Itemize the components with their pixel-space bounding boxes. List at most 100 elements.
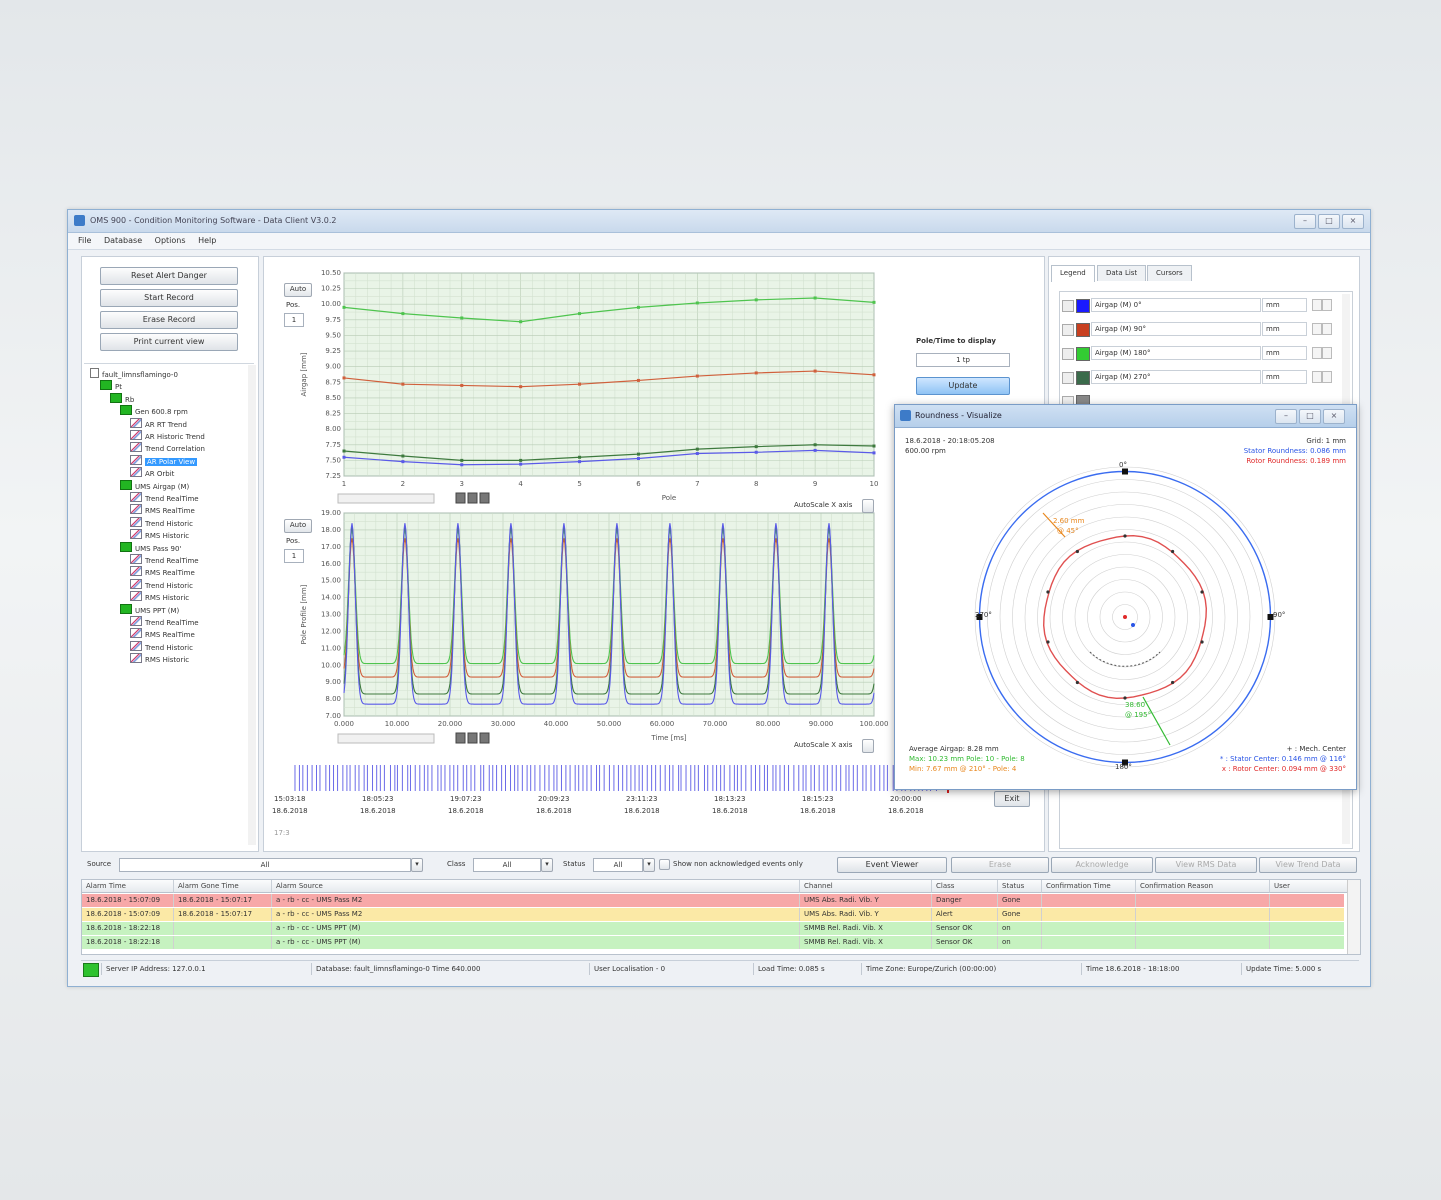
- column-header[interactable]: Alarm Gone Time: [174, 880, 272, 893]
- table-scrollbar[interactable]: [1347, 880, 1360, 954]
- menu-options[interactable]: Options: [155, 236, 186, 245]
- legend-down-icon[interactable]: [1322, 347, 1332, 359]
- airgap-tool-icon[interactable]: [479, 492, 490, 504]
- column-header[interactable]: User: [1270, 880, 1350, 893]
- profile-scrollbar[interactable]: [337, 733, 435, 744]
- legend-up-icon[interactable]: [1312, 347, 1322, 359]
- pos-spinner-2[interactable]: 1: [284, 549, 304, 563]
- tree-item[interactable]: Trend Historic: [130, 640, 193, 652]
- auto-button-1[interactable]: Auto: [284, 283, 312, 297]
- pin-icon[interactable]: [1062, 348, 1074, 360]
- menu-database[interactable]: Database: [104, 236, 142, 245]
- tree-item[interactable]: Gen 600.8 rpm: [120, 405, 188, 416]
- column-header[interactable]: Status: [998, 880, 1042, 893]
- tree-item[interactable]: AR Polar View: [130, 454, 198, 466]
- erase-record-button[interactable]: Erase Record: [100, 311, 238, 329]
- column-header[interactable]: Alarm Source: [272, 880, 800, 893]
- legend-row[interactable]: Airgap (M) 270° mm: [1060, 368, 1352, 386]
- legend-series-name[interactable]: Airgap (M) 90°: [1091, 322, 1261, 336]
- tree-item[interactable]: RMS RealTime: [130, 504, 195, 515]
- tree-item[interactable]: Trend Correlation: [130, 442, 205, 453]
- tree-item[interactable]: AR Historic Trend: [130, 430, 205, 441]
- source-select[interactable]: All: [119, 858, 411, 872]
- table-row[interactable]: 18.6.2018 - 18:22:18 a - rb - cc - UMS PP…: [82, 922, 1350, 936]
- tree-scrollbar[interactable]: [248, 365, 256, 845]
- pin-icon[interactable]: [1062, 324, 1074, 336]
- profile-tool-icon[interactable]: [479, 732, 490, 744]
- legend-series-name[interactable]: Airgap (M) 270°: [1091, 370, 1261, 384]
- reset-alert-danger-button[interactable]: Reset Alert Danger: [100, 267, 238, 285]
- legend-row[interactable]: Airgap (M) 0° mm: [1060, 296, 1352, 314]
- minimize-button[interactable]: –: [1294, 214, 1316, 229]
- class-dropdown-icon[interactable]: ▾: [541, 858, 553, 872]
- source-dropdown-icon[interactable]: ▾: [411, 858, 423, 872]
- table-row[interactable]: 18.6.2018 - 18:22:18 a - rb - cc - UMS PP…: [82, 936, 1350, 950]
- legend-unit-select[interactable]: mm: [1262, 322, 1307, 336]
- autoscale-checkbox-1[interactable]: [862, 499, 874, 513]
- tree-item[interactable]: RMS Historic: [130, 653, 189, 664]
- menu-help[interactable]: Help: [198, 236, 216, 245]
- tree-item[interactable]: UMS PPT (M): [120, 603, 179, 615]
- legend-down-icon[interactable]: [1322, 323, 1332, 335]
- profile-tool-icon[interactable]: [455, 732, 466, 744]
- table-row[interactable]: 18.6.2018 - 15:07:09 18.6.2018 - 15:07:17…: [82, 908, 1350, 922]
- legend-row[interactable]: Airgap (M) 90° mm: [1060, 320, 1352, 338]
- table-row[interactable]: 18.6.2018 - 15:07:09 18.6.2018 - 15:07:17…: [82, 894, 1350, 908]
- legend-unit-select[interactable]: mm: [1262, 346, 1307, 360]
- tree-item[interactable]: Trend Historic: [130, 578, 193, 590]
- color-swatch[interactable]: [1076, 347, 1090, 361]
- autoscale-checkbox-2[interactable]: [862, 739, 874, 753]
- print-current-view-button[interactable]: Print current view: [100, 333, 238, 351]
- column-header[interactable]: Alarm Time: [82, 880, 174, 893]
- tree-item[interactable]: Pt: [100, 380, 122, 391]
- column-header[interactable]: Channel: [800, 880, 932, 893]
- tree-item[interactable]: Trend Historic: [130, 516, 193, 528]
- tree-item[interactable]: Trend RealTime: [130, 616, 199, 627]
- legend-unit-select[interactable]: mm: [1262, 298, 1307, 312]
- tree-item[interactable]: UMS Airgap (M): [120, 479, 189, 491]
- tree-item[interactable]: Rb: [110, 392, 134, 404]
- maximize-button[interactable]: □: [1318, 214, 1340, 229]
- start-record-button[interactable]: Start Record: [100, 289, 238, 307]
- column-header[interactable]: Class: [932, 880, 998, 893]
- pin-icon[interactable]: [1062, 300, 1074, 312]
- tree-item[interactable]: Trend RealTime: [130, 492, 199, 503]
- tree-item[interactable]: RMS Historic: [130, 591, 189, 602]
- column-header[interactable]: Confirmation Time: [1042, 880, 1136, 893]
- menu-file[interactable]: File: [78, 236, 91, 245]
- status-dropdown-icon[interactable]: ▾: [643, 858, 655, 872]
- exit-button[interactable]: Exit: [994, 791, 1030, 807]
- auto-button-2[interactable]: Auto: [284, 519, 312, 533]
- legend-up-icon[interactable]: [1312, 323, 1322, 335]
- legend-series-name[interactable]: Airgap (M) 180°: [1091, 346, 1261, 360]
- column-header[interactable]: Confirmation Reason: [1136, 880, 1270, 893]
- tree-item[interactable]: AR Orbit: [130, 467, 174, 478]
- tree-item[interactable]: Trend RealTime: [130, 554, 199, 565]
- update-button[interactable]: Update: [916, 377, 1010, 395]
- legend-up-icon[interactable]: [1312, 299, 1322, 311]
- tree-item[interactable]: UMS Pass 90': [120, 541, 181, 553]
- legend-series-name[interactable]: Airgap (M) 0°: [1091, 298, 1261, 312]
- tree-item[interactable]: AR RT Trend: [130, 417, 187, 429]
- color-swatch[interactable]: [1076, 323, 1090, 337]
- pole-time-input[interactable]: 1 tp: [916, 353, 1010, 367]
- tree-item[interactable]: RMS RealTime: [130, 628, 195, 639]
- legend-up-icon[interactable]: [1312, 371, 1322, 383]
- view-trend-data-button[interactable]: View Trend Data: [1259, 857, 1357, 873]
- tab-data-list[interactable]: Data List: [1097, 265, 1147, 281]
- tab-cursors[interactable]: Cursors: [1147, 265, 1192, 281]
- close-button[interactable]: ×: [1342, 214, 1364, 229]
- color-swatch[interactable]: [1076, 371, 1090, 385]
- view-rms-data-button[interactable]: View RMS Data: [1155, 857, 1257, 873]
- non-ack-checkbox[interactable]: [659, 859, 670, 870]
- tree-item[interactable]: RMS RealTime: [130, 566, 195, 577]
- event-viewer-button[interactable]: Event Viewer: [837, 857, 947, 873]
- legend-unit-select[interactable]: mm: [1262, 370, 1307, 384]
- legend-row[interactable]: Airgap (M) 180° mm: [1060, 344, 1352, 362]
- tree-item[interactable]: RMS Historic: [130, 529, 189, 540]
- profile-tool-icon[interactable]: [467, 732, 478, 744]
- tab-legend[interactable]: Legend: [1051, 265, 1095, 282]
- legend-down-icon[interactable]: [1322, 299, 1332, 311]
- pin-icon[interactable]: [1062, 372, 1074, 384]
- acknowledge-button[interactable]: Acknowledge: [1051, 857, 1153, 873]
